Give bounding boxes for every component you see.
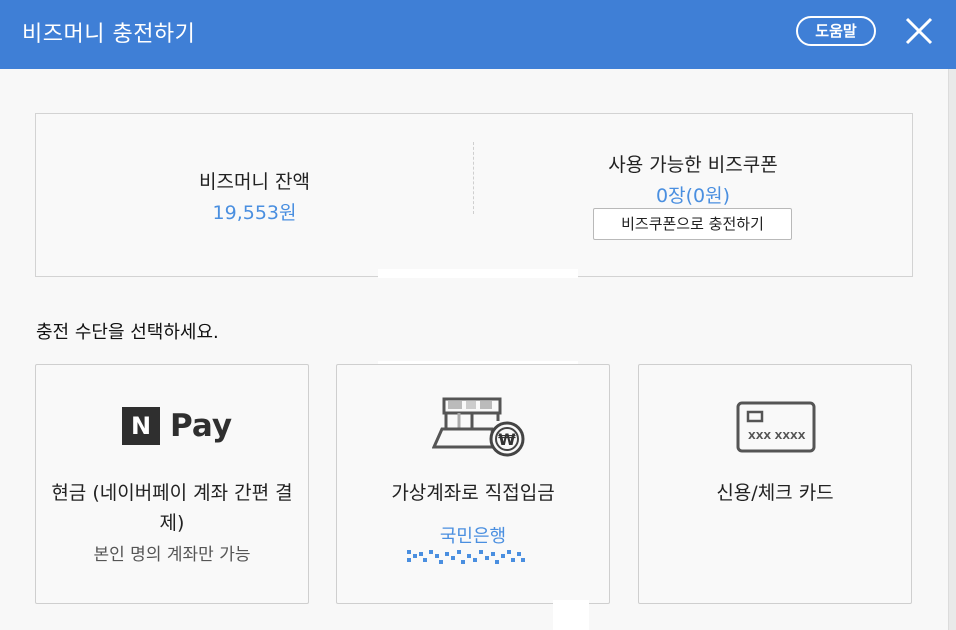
coupon-label: 사용 가능한 비즈쿠폰 <box>608 154 778 176</box>
bizmoney-balance-value: 19,553원 <box>212 202 297 224</box>
method-title: 신용/체크 카드 <box>716 482 834 504</box>
method-title: 현금 (네이버페이 계좌 간편 결제) <box>51 482 293 534</box>
method-subtitle: 본인 명의 계좌만 가능 <box>93 545 251 565</box>
coupon-value: 0장(0원) <box>656 185 730 207</box>
help-button[interactable]: 도움말 <box>796 16 876 46</box>
header-bar: 비즈머니 충전하기 도움말 <box>0 0 956 69</box>
naverpay-logo-text: Pay <box>170 408 233 444</box>
bank-name: 국민은행 <box>439 526 507 547</box>
section-title: 충전 수단을 선택하세요. <box>36 322 219 343</box>
virtual-account-won-icon: ₩ <box>432 397 525 457</box>
naverpay-n-badge: N <box>122 407 160 445</box>
method-title: 가상계좌로 직접입금 <box>391 482 555 504</box>
redacted-account-number <box>407 550 525 564</box>
naverpay-logo: N Pay <box>122 407 232 447</box>
scrollbar-track[interactable] <box>948 69 956 630</box>
payment-method-naverpay[interactable]: N Pay 현금 (네이버페이 계좌 간편 결제) 본인 명의 계좌만 가능 <box>35 364 309 604</box>
bizmoney-balance-label: 비즈머니 잔액 <box>199 171 310 193</box>
render-gap <box>553 600 589 630</box>
svg-text:₩: ₩ <box>498 430 516 449</box>
charge-with-coupon-button[interactable]: 비즈쿠폰으로 충전하기 <box>593 208 792 240</box>
credit-card-icon: XXX XXXX <box>736 401 816 453</box>
close-icon[interactable] <box>902 14 936 48</box>
payment-method-credit-card[interactable]: XXX XXXX 신용/체크 카드 <box>638 364 912 604</box>
card-number-text: XXX XXXX <box>748 431 806 442</box>
render-gap <box>378 269 578 278</box>
page-title: 비즈머니 충전하기 <box>22 22 196 47</box>
payment-method-virtual-account[interactable]: ₩ 가상계좌로 직접입금 국민은행 <box>336 364 610 604</box>
